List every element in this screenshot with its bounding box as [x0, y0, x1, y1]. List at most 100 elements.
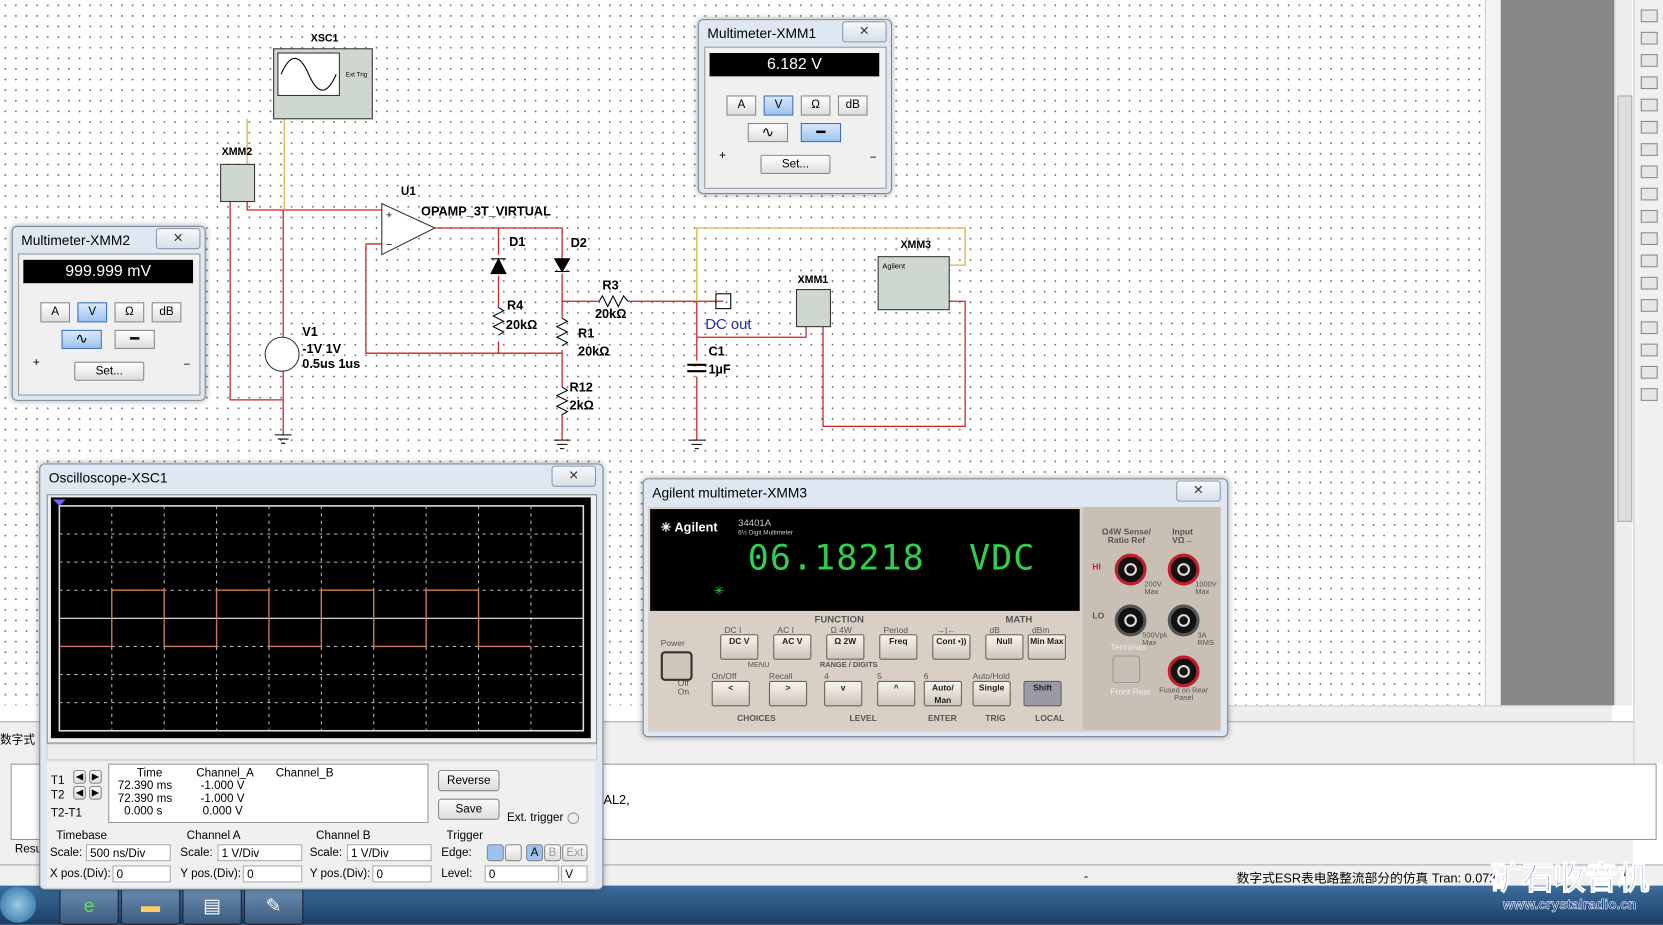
volts-button[interactable]: V [763, 95, 794, 116]
function-button[interactable]: DC V [720, 634, 759, 660]
ohms-button[interactable]: Ω [114, 302, 145, 323]
instrument-toolbar[interactable] [1633, 0, 1663, 764]
agilent-front-panel: ✳ Agilent 34401A 6½ Digit Multimeter 06.1… [648, 506, 1221, 732]
tab-partial[interactable]: 数字式 [0, 731, 35, 748]
status-separator: - [1083, 868, 1089, 884]
x-pos-field[interactable]: 0 [112, 865, 171, 883]
t1-left-button[interactable]: ◀ [73, 769, 86, 784]
screen-scrollbar[interactable] [46, 743, 598, 761]
horizontal-scrollbar[interactable] [1219, 705, 1613, 722]
timebase-scale-field[interactable]: 500 ns/Div [85, 844, 171, 862]
ohms-button[interactable]: Ω [800, 95, 831, 116]
meter-display: 6.182 V [709, 53, 880, 77]
power-button[interactable] [660, 651, 693, 681]
t2-right-button[interactable]: ▶ [89, 785, 102, 800]
timebase-scale-label: Scale: [49, 846, 83, 860]
svg-text:−: − [386, 239, 392, 251]
channel-b-scale-field[interactable]: 1 V/Div [346, 844, 432, 862]
shift-label: On/Off [711, 671, 737, 681]
multimeter-xmm2-window: Multimeter-XMM2 ✕ 999.999 mV A V Ω dB ∿ … [11, 225, 206, 401]
panel-button[interactable]: Auto/ Man [923, 680, 962, 707]
ac-mode-button[interactable]: ∿ [61, 329, 102, 349]
r4-label: R4 [507, 298, 523, 313]
panel-button[interactable]: v [824, 680, 863, 707]
ac-mode-button[interactable]: ∿ [747, 123, 789, 143]
function-button[interactable]: AC V [773, 634, 812, 660]
input-lo-jack[interactable] [1167, 604, 1200, 637]
current-jack[interactable] [1167, 655, 1200, 688]
trigger-level-field[interactable]: 0 [484, 865, 559, 883]
panel-button[interactable]: < [711, 680, 750, 707]
rising-edge-button[interactable] [486, 844, 504, 862]
close-button[interactable]: ✕ [551, 465, 597, 487]
taskbar-multisim[interactable]: ▤ [182, 887, 242, 925]
math-label: MATH [1005, 614, 1033, 625]
panel-button[interactable]: Single [972, 680, 1011, 707]
taskbar-browser[interactable]: e [59, 887, 119, 925]
range-label: RANGE / DIGITS [819, 661, 878, 670]
dc-mode-button[interactable]: ━ [800, 123, 842, 143]
paint-icon: ✎ [265, 895, 282, 917]
agilent-multimeter-window: Agilent multimeter-XMM3 ✕ ✳ Agilent 3440… [642, 478, 1229, 738]
sine-wave-icon: ∿ [75, 329, 88, 347]
close-button[interactable]: ✕ [155, 228, 201, 250]
watermark: 矿石收音机 www.crystalradio.cn [1490, 861, 1650, 913]
function-button[interactable]: Freq [879, 634, 918, 660]
xmm3-label: XMM3 [900, 239, 931, 251]
function-button[interactable]: Ω 2W [826, 634, 865, 660]
ext-trigger-terminal[interactable] [567, 812, 580, 825]
panel-button[interactable]: > [768, 680, 808, 707]
db-button[interactable]: dB [151, 302, 182, 323]
multisim-icon: ▤ [203, 895, 222, 917]
browser-icon: e [83, 895, 95, 917]
start-button[interactable] [0, 886, 37, 923]
shift-label: 5 [877, 671, 882, 681]
plus-terminal-label: + [719, 149, 726, 163]
vertical-scrollbar[interactable] [1614, 0, 1633, 706]
minus-terminal-label: − [869, 151, 877, 165]
amps-button[interactable]: A [40, 302, 70, 323]
close-button[interactable]: ✕ [842, 21, 887, 43]
amps-button[interactable]: A [726, 95, 757, 116]
front-rear-switch[interactable] [1112, 655, 1141, 684]
channel-a-ypos-field[interactable]: 0 [242, 865, 303, 883]
db-button[interactable]: dB [837, 95, 868, 116]
channel-a-scale-field[interactable]: 1 V/Div [217, 844, 303, 862]
t1-right-button[interactable]: ▶ [89, 769, 102, 784]
dc-mode-button[interactable]: ━ [114, 329, 155, 349]
save-button[interactable]: Save [438, 798, 500, 820]
sense-hi-jack[interactable] [1114, 553, 1147, 586]
panel-button[interactable]: Shift [1023, 680, 1062, 707]
trigger-source-ext[interactable]: Ext [562, 844, 588, 862]
volts-button[interactable]: V [77, 302, 108, 323]
v1-label: V1 [302, 324, 318, 339]
function-button[interactable]: Min Max [1027, 634, 1066, 660]
taskbar-explorer[interactable]: ▬ [120, 887, 181, 925]
t2-left-button[interactable]: ◀ [73, 785, 86, 800]
agilent-logo: ✳ Agilent [660, 519, 718, 535]
falling-edge-button[interactable] [504, 844, 522, 862]
results-tab-partial[interactable]: Resu [15, 843, 42, 856]
reverse-button[interactable]: Reverse [438, 769, 500, 792]
function-button[interactable]: Cont •)) [932, 634, 971, 660]
dt-time: 0.000 s [124, 804, 163, 818]
set-button[interactable]: Set... [74, 361, 145, 381]
trigger-source-a[interactable]: A [526, 844, 544, 862]
oscilloscope-screen[interactable] [50, 497, 591, 739]
terminal-panel: Ω4W Sense/ Ratio Ref Input VΩ→ HI LO 200… [1082, 506, 1221, 730]
channel-b-ypos-field[interactable]: 0 [372, 865, 432, 883]
level-label: LEVEL [849, 713, 877, 724]
close-button[interactable]: ✕ [1176, 480, 1221, 502]
r12-value: 2kΩ [570, 397, 594, 412]
trigger-source-b[interactable]: B [544, 844, 562, 862]
function-button[interactable]: Null [985, 634, 1024, 660]
panel-button[interactable]: ^ [877, 680, 916, 707]
annunciator-icon: ✳ [713, 583, 725, 599]
t2-channel-a: -1.000 V [200, 792, 245, 805]
set-button[interactable]: Set... [760, 154, 831, 174]
level-label: Level: [441, 867, 473, 881]
shift-label: 6 [923, 671, 929, 681]
dc-line-icon: ━ [816, 123, 826, 140]
taskbar-paint[interactable]: ✎ [243, 887, 304, 925]
trigger-level-unit[interactable]: V [561, 865, 588, 883]
